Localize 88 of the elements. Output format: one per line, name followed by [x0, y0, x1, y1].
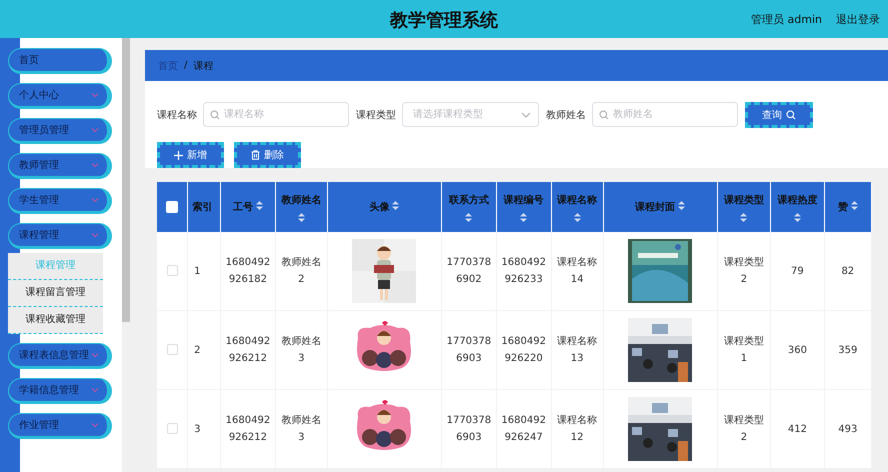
search-icon	[599, 110, 609, 120]
chevron-icon	[91, 387, 99, 393]
breadcrumb-separator: /	[184, 60, 188, 71]
row-checkbox[interactable]	[166, 344, 178, 356]
table-cell-text: 1680492 926212	[226, 414, 270, 445]
table-cell: 82	[841, 266, 854, 276]
user-label: 管理员 admin	[751, 12, 822, 26]
column-header[interactable]: 赞	[838, 202, 848, 213]
table-cell: 359	[838, 344, 858, 356]
sidebar-item[interactable]: 课程表信息管理	[8, 343, 112, 369]
chevron-icon	[91, 352, 99, 358]
chevron-icon	[91, 127, 99, 133]
submenu-item[interactable]: 课程收藏管理	[8, 307, 103, 334]
table-cell-text: 1680492 926212	[226, 335, 270, 366]
column-header[interactable]: 课程封面	[635, 202, 676, 213]
sidebar-item[interactable]: 教师管理	[8, 153, 112, 179]
table-cell-text: 课程名称 12	[557, 414, 598, 445]
sort-icon[interactable]	[520, 212, 528, 222]
chevron-icon	[91, 92, 99, 98]
sidebar-item[interactable]: 管理员管理	[8, 118, 112, 144]
field-label: 课程类型	[356, 108, 396, 122]
field-label: 课程名称	[157, 108, 197, 122]
submenu-item[interactable]: 课程管理	[8, 253, 103, 280]
row-checkbox[interactable]	[166, 265, 178, 276]
column-header: 索引	[192, 202, 213, 213]
table-cell-text: 17703786903	[446, 414, 492, 445]
table-cell-text: 1680492 926220	[501, 335, 546, 366]
table-cell: 1	[194, 266, 200, 276]
select-field[interactable]: 请选择课程类型	[402, 102, 539, 127]
table-cell-text: 课程类型 2	[724, 256, 764, 287]
sort-icon[interactable]	[850, 201, 858, 210]
table-cell: 412	[788, 424, 807, 434]
table-cell-text: 课程类型 2	[724, 414, 764, 445]
table-cell-text: 1680492 926233	[501, 256, 546, 287]
field-label: 教师姓名	[546, 108, 586, 122]
select-all-checkbox[interactable]	[166, 201, 178, 213]
trash-icon	[251, 150, 260, 160]
table-cell: 3	[194, 424, 200, 434]
table-cell: 79	[791, 266, 804, 276]
search-field[interactable]: 教师姓名	[592, 102, 738, 127]
breadcrumb-link[interactable]: 首页	[158, 58, 178, 72]
table-cell-text: 课程类型 1	[724, 334, 764, 366]
column-header[interactable]: 工号	[232, 202, 253, 213]
table-cell-text: 1680492 926247	[501, 414, 546, 445]
search-icon	[786, 110, 796, 120]
plus-icon	[174, 150, 183, 160]
chevron-icon	[91, 422, 99, 428]
table-cell-text: 教师姓名 3	[281, 335, 322, 366]
sidebar-item[interactable]: 学生管理	[8, 188, 112, 214]
table-cell-text: 17703786903	[446, 335, 492, 366]
sort-icon[interactable]	[256, 201, 263, 210]
chevron-icon	[91, 197, 99, 203]
sidebar-item[interactable]: 个人中心	[8, 83, 112, 109]
table-cell: 2	[194, 344, 200, 356]
table-cell-text: 教师姓名 3	[281, 414, 322, 445]
sort-icon[interactable]	[298, 212, 305, 222]
add-button[interactable]: 新增	[157, 142, 224, 168]
table-cell-text: 教师姓名 2	[281, 256, 322, 287]
delete-button[interactable]: 删除	[234, 142, 301, 168]
chevron-icon	[521, 112, 531, 118]
logout-link[interactable]: 退出登录	[836, 12, 880, 26]
table-cell-text: 课程名称 13	[557, 335, 598, 366]
sort-icon[interactable]	[740, 212, 748, 222]
scrollbar-thumb[interactable]	[122, 38, 130, 322]
column-header[interactable]: 头像	[369, 202, 390, 213]
table-cell: 360	[788, 344, 807, 356]
sidebar-item[interactable]: 学籍信息管理	[8, 378, 112, 404]
sidebar-item[interactable]: 首页	[8, 48, 112, 74]
table-cell-text: 课程名称 14	[557, 256, 598, 287]
table-cell-text: 17703786902	[446, 256, 492, 287]
search-field[interactable]: 课程名称	[203, 102, 349, 127]
chevron-icon	[91, 162, 99, 168]
table-cell-text: 1680492 926182	[226, 256, 270, 287]
chevron-icon	[91, 232, 99, 238]
sidebar-item[interactable]: 作业管理	[8, 413, 112, 439]
sort-icon[interactable]	[392, 201, 400, 210]
table-cell: 493	[838, 424, 858, 434]
sort-icon[interactable]	[794, 212, 801, 222]
query-button[interactable]: 查询	[745, 102, 813, 128]
submenu-item[interactable]: 课程留言管理	[8, 280, 103, 307]
sidebar-item[interactable]: 课程管理	[8, 223, 112, 249]
sort-icon[interactable]	[678, 201, 686, 210]
sort-icon[interactable]	[465, 212, 472, 222]
row-checkbox[interactable]	[166, 423, 178, 434]
app-title: 教学管理系统	[390, 9, 498, 32]
sort-icon[interactable]	[574, 212, 581, 222]
search-icon	[210, 110, 220, 120]
breadcrumb-current: 课程	[193, 60, 214, 72]
